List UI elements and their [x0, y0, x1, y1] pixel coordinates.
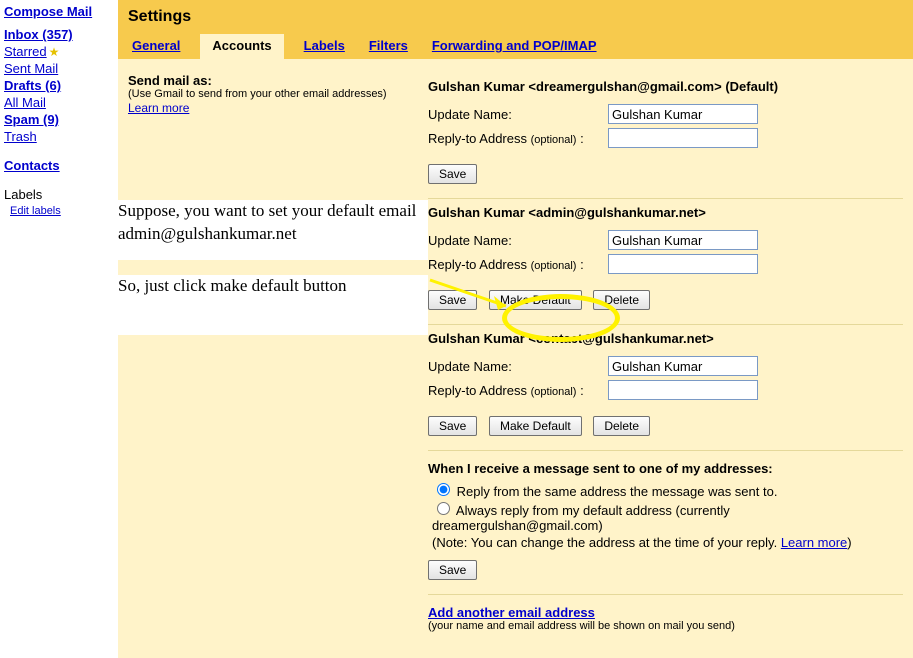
star-icon: ★: [49, 45, 60, 59]
save-button[interactable]: Save: [428, 164, 477, 184]
sidebar-item-contacts[interactable]: Contacts: [4, 158, 60, 173]
update-name-input[interactable]: [608, 356, 758, 376]
settings-panel: Settings General Accounts Labels Filters…: [118, 0, 913, 658]
reply-to-label: Reply-to Address (optional) :: [428, 257, 608, 272]
sidebar-item-inbox[interactable]: Inbox (357): [4, 27, 73, 42]
address-title: Gulshan Kumar <dreamergulshan@gmail.com>…: [428, 79, 903, 94]
edit-labels-link[interactable]: Edit labels: [10, 205, 61, 217]
sidebar-item-drafts[interactable]: Drafts (6): [4, 78, 61, 93]
sidebar: Compose Mail Inbox (357) Starred★ Sent M…: [0, 0, 118, 658]
update-name-label: Update Name:: [428, 107, 608, 122]
tab-labels[interactable]: Labels: [300, 34, 349, 59]
learn-more-link[interactable]: Learn more: [128, 101, 189, 115]
reply-radio-same[interactable]: [437, 483, 450, 496]
address-block: Gulshan Kumar <dreamergulshan@gmail.com>…: [428, 73, 903, 199]
annotation-text: So, just click make default button: [118, 275, 428, 335]
settings-tabs: General Accounts Labels Filters Forwardi…: [128, 34, 903, 59]
reply-to-input[interactable]: [608, 254, 758, 274]
delete-button[interactable]: Delete: [593, 416, 650, 436]
delete-button[interactable]: Delete: [593, 290, 650, 310]
add-another-email-link[interactable]: Add another email address: [428, 605, 595, 620]
tab-filters[interactable]: Filters: [365, 34, 412, 59]
send-mail-as-sub: (Use Gmail to send from your other email…: [128, 88, 418, 100]
make-default-button[interactable]: Make Default: [489, 416, 582, 436]
update-name-label: Update Name:: [428, 233, 608, 248]
address-block: Gulshan Kumar <contact@gulshankumar.net>…: [428, 325, 903, 451]
sidebar-item-allmail[interactable]: All Mail: [4, 95, 46, 110]
reply-behaviour-section: When I receive a message sent to one of …: [428, 451, 903, 595]
save-button[interactable]: Save: [428, 560, 477, 580]
page-title: Settings: [128, 4, 903, 34]
tab-general[interactable]: General: [128, 34, 184, 59]
compose-mail-link[interactable]: Compose Mail: [4, 4, 92, 19]
sidebar-labels-heading: Labels: [4, 187, 114, 202]
address-block: Gulshan Kumar <admin@gulshankumar.net> U…: [428, 199, 903, 325]
update-name-input[interactable]: [608, 104, 758, 124]
reply-option-same[interactable]: Reply from the same address the message …: [432, 480, 903, 499]
sidebar-item-sent[interactable]: Sent Mail: [4, 61, 58, 76]
address-title: Gulshan Kumar <admin@gulshankumar.net>: [428, 205, 903, 220]
reply-to-label: Reply-to Address (optional) :: [428, 131, 608, 146]
send-mail-as-heading: Send mail as:: [128, 73, 418, 88]
tab-accounts[interactable]: Accounts: [200, 34, 283, 59]
add-another-sub: (your name and email address will be sho…: [428, 620, 903, 632]
sidebar-item-starred[interactable]: Starred: [4, 44, 47, 59]
sidebar-item-spam[interactable]: Spam (9): [4, 112, 59, 127]
make-default-button[interactable]: Make Default: [489, 290, 582, 310]
reply-option-same-label: Reply from the same address the message …: [457, 484, 778, 499]
reply-behaviour-heading: When I receive a message sent to one of …: [428, 461, 903, 476]
learn-more-link[interactable]: Learn more: [781, 535, 847, 550]
reply-to-label: Reply-to Address (optional) :: [428, 383, 608, 398]
sidebar-item-trash[interactable]: Trash: [4, 129, 37, 144]
reply-to-input[interactable]: [608, 128, 758, 148]
reply-radio-default[interactable]: [437, 502, 450, 515]
reply-option-default-label: Always reply from my default address (cu…: [432, 503, 730, 533]
save-button[interactable]: Save: [428, 290, 477, 310]
save-button[interactable]: Save: [428, 416, 477, 436]
annotation-text: Suppose, you want to set your default em…: [118, 200, 428, 260]
reply-note: (Note: You can change the address at the…: [432, 535, 903, 550]
address-title: Gulshan Kumar <contact@gulshankumar.net>: [428, 331, 903, 346]
reply-to-input[interactable]: [608, 380, 758, 400]
update-name-input[interactable]: [608, 230, 758, 250]
reply-option-default[interactable]: Always reply from my default address (cu…: [432, 499, 903, 533]
tab-forwarding[interactable]: Forwarding and POP/IMAP: [428, 34, 601, 59]
add-another-section: Add another email address (your name and…: [428, 595, 903, 632]
update-name-label: Update Name:: [428, 359, 608, 374]
